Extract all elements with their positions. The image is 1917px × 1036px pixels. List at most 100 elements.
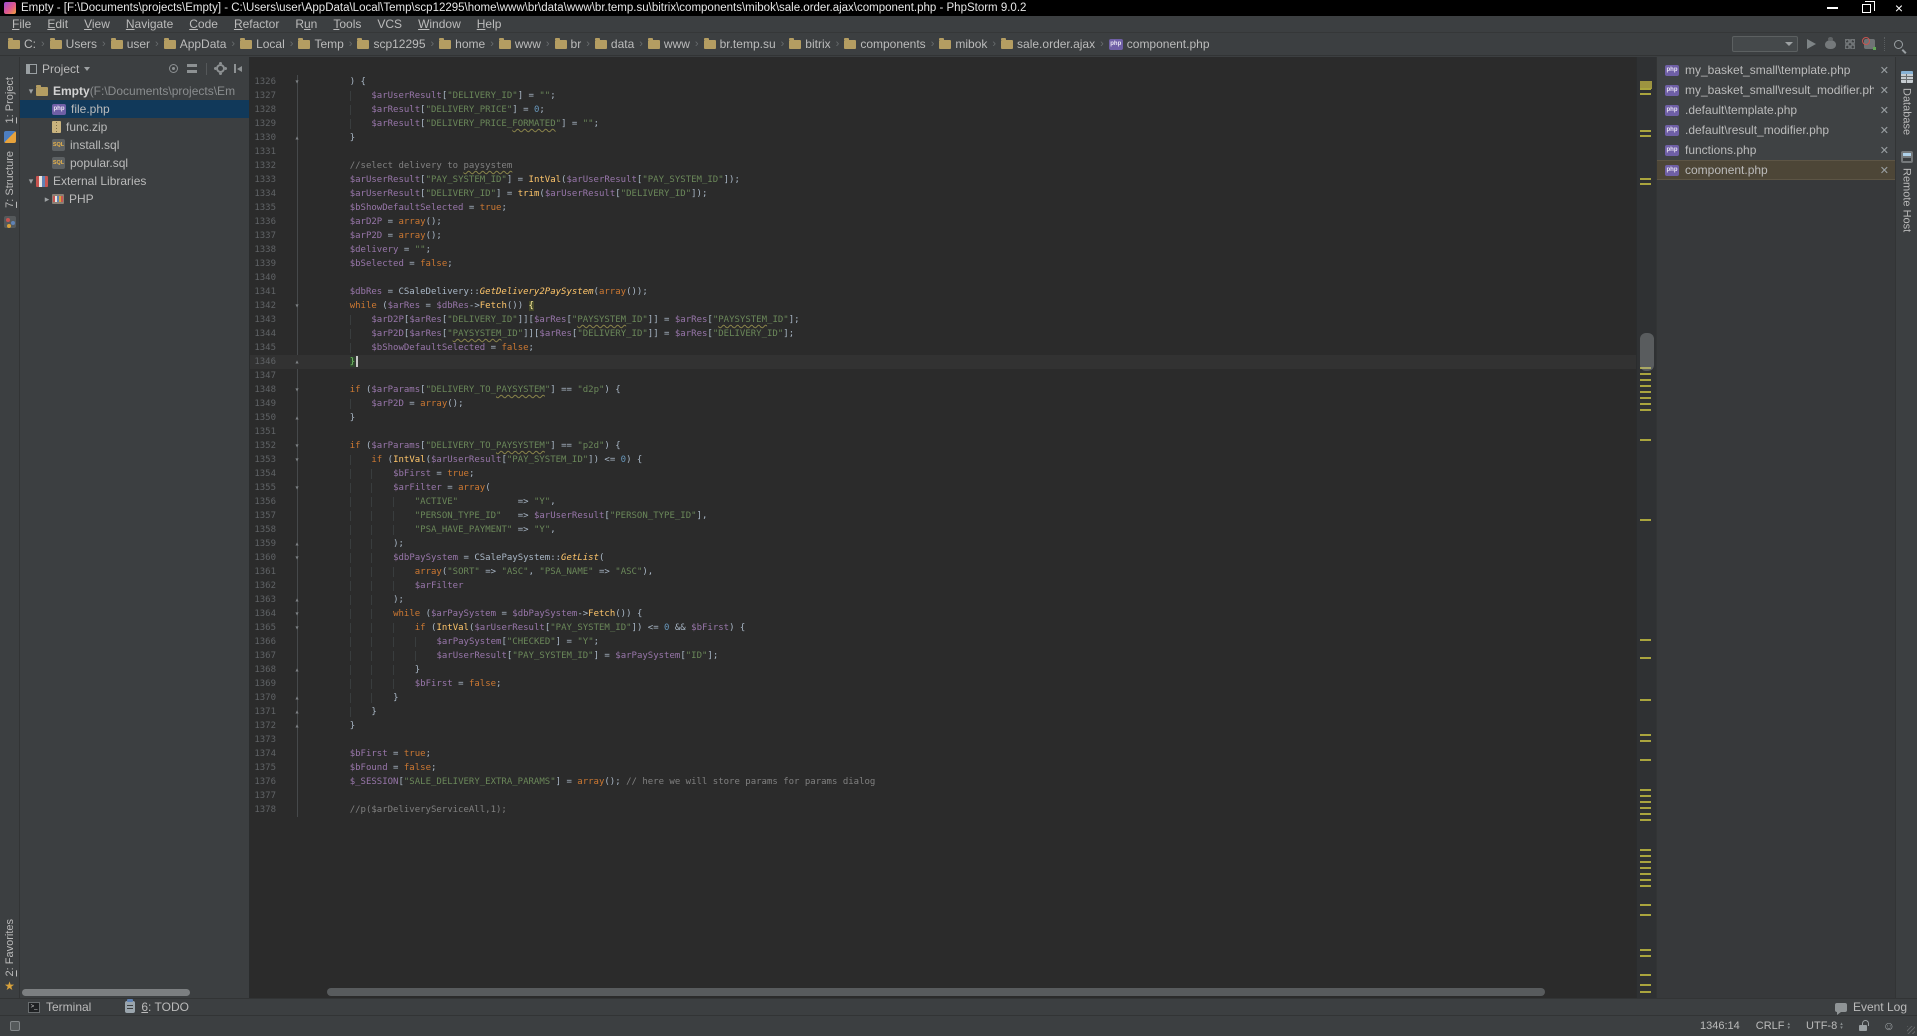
breadcrumb-item[interactable]: Local	[238, 36, 287, 52]
code-line[interactable]: 1342▾ while ($arRes = $dbRes->Fetch()) {	[250, 299, 1636, 313]
breadcrumb-item[interactable]: user	[109, 36, 152, 52]
warning-mark[interactable]	[1640, 795, 1651, 797]
code-line[interactable]: 1328 $arResult["DELIVERY_PRICE"] = 0;	[250, 103, 1636, 117]
menu-item-help[interactable]: Help	[469, 16, 510, 33]
project-panel-title[interactable]: Project	[42, 62, 79, 76]
warning-mark[interactable]	[1640, 855, 1651, 857]
editor-tab[interactable]: php.default\result_modifier.php✕	[1657, 120, 1895, 140]
profiler-icon[interactable]	[1864, 39, 1875, 49]
breadcrumb-item[interactable]: Temp	[296, 36, 345, 52]
warning-mark[interactable]	[1640, 734, 1651, 736]
menu-item-navigate[interactable]: Navigate	[118, 16, 181, 33]
breadcrumb-item[interactable]: www	[646, 36, 692, 52]
close-icon[interactable]: ✕	[1880, 84, 1889, 97]
code-line[interactable]: 1375 $bFound = false;	[250, 761, 1636, 775]
tool-window-toggle-icon[interactable]	[10, 1021, 20, 1031]
menu-item-tools[interactable]: Tools	[325, 16, 369, 33]
fold-marker-icon[interactable]: ▴	[284, 691, 310, 705]
tree-item-empty[interactable]: ▾Empty (F:\Documents\projects\Em	[20, 82, 249, 100]
breadcrumb-item[interactable]: bitrix	[787, 36, 832, 52]
warning-mark[interactable]	[1640, 130, 1651, 132]
breadcrumb-item[interactable]: scp12295	[355, 36, 427, 52]
warning-mark[interactable]	[1640, 759, 1651, 761]
close-icon[interactable]: ✕	[1880, 144, 1889, 157]
warning-mark[interactable]	[1640, 373, 1651, 375]
fold-marker-icon[interactable]: ▴	[284, 355, 310, 369]
warning-mark[interactable]	[1640, 807, 1651, 809]
code-line[interactable]: 1331	[250, 145, 1636, 159]
sidebar-item-remote-host[interactable]: Remote Host	[1901, 168, 1913, 232]
fold-marker-icon[interactable]: ▴	[284, 663, 310, 677]
locate-file-icon[interactable]	[169, 64, 178, 73]
coverage-icon[interactable]	[1845, 39, 1855, 49]
warning-mark[interactable]	[1640, 699, 1651, 701]
breadcrumb-item[interactable]: components	[842, 36, 927, 52]
editor-tab[interactable]: phpmy_basket_small\result_modifier.php✕	[1657, 80, 1895, 100]
code-line[interactable]: 1371▴ }	[250, 705, 1636, 719]
code-line[interactable]: 1364▾ while ($arPaySystem = $dbPaySystem…	[250, 607, 1636, 621]
scrollbar-thumb[interactable]	[327, 988, 1545, 996]
tree-expand-icon[interactable]: ▾	[26, 86, 36, 97]
chevron-down-icon[interactable]	[84, 67, 90, 71]
code-line[interactable]: 1347	[250, 369, 1636, 383]
code-line[interactable]: 1360▾ $dbPaySystem = CSalePaySystem::Get…	[250, 551, 1636, 565]
structure-icon[interactable]	[4, 216, 16, 228]
code-line[interactable]: 1358 "PSA_HAVE_PAYMENT" => "Y",	[250, 523, 1636, 537]
fold-marker-icon[interactable]: ▾	[284, 481, 310, 495]
breadcrumb-item[interactable]: home	[437, 36, 487, 52]
tool-button-todo[interactable]: 6: TODO	[125, 1000, 189, 1014]
code-line[interactable]: 1334 $arUserResult["DELIVERY_ID"] = trim…	[250, 187, 1636, 201]
fold-marker-icon[interactable]: ▴	[284, 719, 310, 733]
close-icon[interactable]: ✕	[1880, 124, 1889, 137]
run-icon[interactable]	[1807, 39, 1816, 49]
fold-marker-icon[interactable]: ▴	[284, 131, 310, 145]
sidebar-item-database[interactable]: Database	[1901, 88, 1913, 135]
code-line[interactable]: 1367 $arUserResult["PAY_SYSTEM_ID"] = $a…	[250, 649, 1636, 663]
code-line[interactable]: 1354 $bFirst = true;	[250, 467, 1636, 481]
warning-mark[interactable]	[1640, 385, 1651, 387]
warning-mark[interactable]	[1640, 955, 1651, 957]
tree-item-external-libraries[interactable]: ▾External Libraries	[20, 172, 249, 190]
debug-icon[interactable]	[1825, 40, 1836, 49]
remote-icon[interactable]	[1901, 151, 1913, 163]
tree-item-popular-sql[interactable]: SQLpopular.sql	[20, 154, 249, 172]
breadcrumb-item[interactable]: br	[553, 36, 584, 52]
editor-vertical-scrollbar-thumb[interactable]	[1640, 333, 1654, 371]
tool-button-terminal[interactable]: >_Terminal	[28, 1000, 91, 1014]
fold-marker-icon[interactable]: ▾	[284, 551, 310, 565]
warning-mark[interactable]	[1640, 391, 1651, 393]
warning-mark[interactable]	[1640, 639, 1651, 641]
editor-tab[interactable]: phpfunctions.php✕	[1657, 140, 1895, 160]
warning-mark[interactable]	[1640, 183, 1651, 185]
code-line[interactable]: 1337 $arP2D = array();	[250, 229, 1636, 243]
hector-inspector-icon[interactable]: ☺	[1883, 1020, 1895, 1032]
warning-mark[interactable]	[1640, 879, 1651, 881]
encoding-select[interactable]: UTF-8▴▾	[1806, 1020, 1843, 1032]
breadcrumb-item[interactable]: AppData	[162, 36, 229, 52]
warning-mark[interactable]	[1640, 789, 1651, 791]
warning-mark[interactable]	[1640, 439, 1651, 441]
tree-item-install-sql[interactable]: SQLinstall.sql	[20, 136, 249, 154]
code-line[interactable]: 1357 "PERSON_TYPE_ID" => $arUserResult["…	[250, 509, 1636, 523]
code-line[interactable]: 1343 $arD2P[$arRes["DELIVERY_ID"]][$arRe…	[250, 313, 1636, 327]
code-line[interactable]: 1365▾ if (IntVal($arUserResult["PAY_SYST…	[250, 621, 1636, 635]
breadcrumb-item[interactable]: br.temp.su	[702, 36, 778, 52]
warning-mark[interactable]	[1640, 397, 1651, 399]
code-line[interactable]: 1355▾ $arFilter = array(	[250, 481, 1636, 495]
code-line[interactable]: 1362 $arFilter	[250, 579, 1636, 593]
editor-tab[interactable]: php.default\template.php✕	[1657, 100, 1895, 120]
code-line[interactable]: 1356 "ACTIVE" => "Y",	[250, 495, 1636, 509]
gear-icon[interactable]	[216, 64, 225, 73]
code-line[interactable]: 1329 $arResult["DELIVERY_PRICE_FORMATED"…	[250, 117, 1636, 131]
menu-item-file[interactable]: File	[4, 16, 39, 33]
warning-mark[interactable]	[1640, 379, 1651, 381]
fold-marker-icon[interactable]: ▾	[284, 299, 310, 313]
warning-mark[interactable]	[1640, 801, 1651, 803]
menu-item-window[interactable]: Window	[410, 16, 469, 33]
star-icon[interactable]: ★	[4, 980, 15, 992]
warning-mark[interactable]	[1640, 984, 1651, 986]
fold-marker-icon[interactable]: ▾	[284, 75, 310, 89]
sidebar-item-structure[interactable]: 7: Structure	[4, 151, 16, 208]
code-line[interactable]: 1338 $delivery = "";	[250, 243, 1636, 257]
breadcrumb-item[interactable]: C:	[6, 36, 38, 52]
